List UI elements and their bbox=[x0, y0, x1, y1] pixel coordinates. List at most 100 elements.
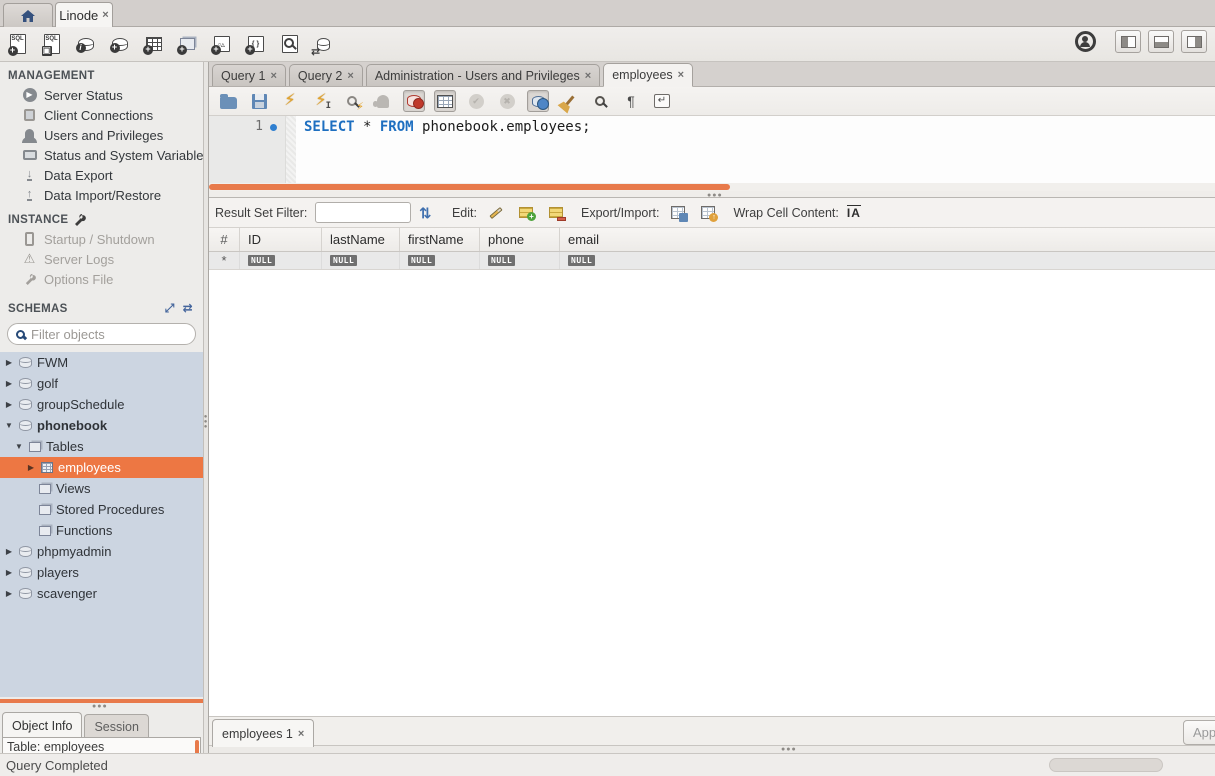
close-icon[interactable]: × bbox=[347, 70, 353, 82]
close-icon[interactable]: × bbox=[102, 9, 108, 21]
tree-item-views[interactable]: Views bbox=[0, 478, 203, 499]
schema-icon bbox=[19, 546, 32, 557]
column-header-id[interactable]: ID bbox=[240, 228, 322, 251]
refresh-schemas-icon[interactable]: ⇄ bbox=[183, 301, 193, 316]
cell-phone[interactable]: NULL bbox=[480, 252, 560, 269]
connection-tab-linode[interactable]: Linode × bbox=[55, 2, 113, 27]
open-sql-script-icon[interactable]: SQL▣ bbox=[40, 33, 63, 56]
limit-rows-toggle-icon[interactable] bbox=[434, 90, 456, 112]
refresh-results-icon[interactable]: ⇄ bbox=[417, 206, 435, 219]
column-header-rownum[interactable]: # bbox=[209, 228, 240, 251]
toggle-left-panel-icon[interactable] bbox=[1115, 30, 1141, 53]
toggle-right-panel-icon[interactable] bbox=[1181, 30, 1207, 53]
toggle-bottom-panel-icon[interactable] bbox=[1148, 30, 1174, 53]
splitter-handle[interactable]: ●●● bbox=[92, 703, 108, 710]
sidebar-item-server-logs[interactable]: ⚠Server Logs bbox=[0, 249, 203, 269]
tree-item-phpmyadmin[interactable]: ▶phpmyadmin bbox=[0, 541, 203, 562]
create-table-icon[interactable]: + bbox=[142, 33, 165, 56]
apply-button[interactable]: Apply bbox=[1183, 720, 1215, 745]
status-scrollbar[interactable] bbox=[1049, 758, 1163, 772]
wrap-text-icon[interactable]: ↵ bbox=[651, 90, 673, 112]
create-procedure-icon[interactable]: ▫▵+ bbox=[210, 33, 233, 56]
delete-row-icon[interactable] bbox=[545, 202, 567, 224]
sidebar-item-options-file[interactable]: Options File bbox=[0, 269, 203, 289]
edit-cell-icon[interactable] bbox=[485, 202, 507, 224]
tree-item-scavenger[interactable]: ▶scavenger bbox=[0, 583, 203, 604]
cell-id[interactable]: NULL bbox=[240, 252, 322, 269]
wrap-cell-content-icon[interactable]: IA bbox=[847, 205, 861, 220]
tree-item-functions[interactable]: Functions bbox=[0, 520, 203, 541]
column-header-phone[interactable]: phone bbox=[480, 228, 560, 251]
show-invisibles-icon[interactable]: ¶ bbox=[620, 90, 642, 112]
close-icon[interactable]: × bbox=[270, 70, 276, 82]
explain-icon[interactable]: ⚡ bbox=[341, 90, 363, 112]
beautify-icon[interactable] bbox=[558, 90, 580, 112]
tree-item-employees[interactable]: ▶employees bbox=[0, 457, 203, 478]
import-records-icon[interactable]: ↑ bbox=[697, 202, 719, 224]
stop-icon[interactable] bbox=[372, 90, 394, 112]
execute-current-icon[interactable]: ⚡I bbox=[310, 90, 332, 112]
sidebar-item-client-connections[interactable]: Client Connections bbox=[0, 105, 203, 125]
tab-query-1[interactable]: Query 1× bbox=[212, 64, 286, 86]
autocommit-toggle-icon[interactable] bbox=[527, 90, 549, 112]
execute-icon[interactable]: ⚡ bbox=[279, 90, 301, 112]
sql-editor[interactable]: 1 SELECT * FROM phonebook.employees; bbox=[209, 116, 1215, 183]
main-toolbar: SQL+ SQL▣ i + + + ▫▵+ { }+ ⇄ bbox=[0, 27, 1215, 62]
tree-item-golf[interactable]: ▶golf bbox=[0, 373, 203, 394]
tab-object-info[interactable]: Object Info bbox=[2, 712, 82, 738]
column-header-lastname[interactable]: lastName bbox=[322, 228, 400, 251]
schema-filter-input[interactable] bbox=[31, 327, 171, 342]
cell-lastname[interactable]: NULL bbox=[322, 252, 400, 269]
tree-item-groupschedule[interactable]: ▶groupSchedule bbox=[0, 394, 203, 415]
tab-employees[interactable]: employees× bbox=[603, 63, 693, 87]
new-sql-tab-icon[interactable]: SQL+ bbox=[6, 33, 29, 56]
find-icon[interactable] bbox=[589, 90, 611, 112]
open-file-icon[interactable] bbox=[217, 90, 239, 112]
sidebar-item-users-privileges[interactable]: Users and Privileges bbox=[0, 125, 203, 145]
result-filter-input[interactable] bbox=[315, 202, 411, 223]
tab-result-employees-1[interactable]: employees 1× bbox=[212, 719, 314, 747]
column-header-email[interactable]: email bbox=[560, 228, 1215, 251]
search-data-icon[interactable] bbox=[278, 33, 301, 56]
editor-hscrollbar-thumb[interactable] bbox=[209, 184, 730, 190]
expand-schemas-icon[interactable]: ⤢ bbox=[165, 301, 175, 316]
schema-filter-box[interactable] bbox=[7, 323, 196, 345]
sidebar-item-system-variables[interactable]: Status and System Variables bbox=[0, 145, 203, 165]
add-row-icon[interactable]: + bbox=[515, 202, 537, 224]
sidebar-item-data-import[interactable]: ↑Data Import/Restore bbox=[0, 185, 203, 205]
commit-icon[interactable]: ✔ bbox=[465, 90, 487, 112]
save-icon[interactable] bbox=[248, 90, 270, 112]
cell-firstname[interactable]: NULL bbox=[400, 252, 480, 269]
column-header-firstname[interactable]: firstName bbox=[400, 228, 480, 251]
close-icon[interactable]: × bbox=[298, 728, 304, 740]
home-tab[interactable] bbox=[3, 3, 53, 27]
tab-session[interactable]: Session bbox=[84, 714, 148, 738]
create-view-icon[interactable]: + bbox=[176, 33, 199, 56]
sidebar-item-startup-shutdown[interactable]: Startup / Shutdown bbox=[0, 229, 203, 249]
reconnect-dbms-icon[interactable]: ⇄ bbox=[312, 33, 335, 56]
tree-item-fwm[interactable]: ▶FWM bbox=[0, 352, 203, 373]
create-schema-icon[interactable]: + bbox=[108, 33, 131, 56]
server-status-icon: ▶ bbox=[22, 88, 37, 103]
tree-item-tables[interactable]: ▼Tables bbox=[0, 436, 203, 457]
close-icon[interactable]: × bbox=[585, 70, 591, 82]
splitter-handle[interactable]: ●●● bbox=[781, 746, 797, 753]
sidebar-item-data-export[interactable]: ↓Data Export bbox=[0, 165, 203, 185]
tree-item-stored-procedures[interactable]: Stored Procedures bbox=[0, 499, 203, 520]
tree-item-phonebook[interactable]: ▼phonebook bbox=[0, 415, 203, 436]
tab-query-2[interactable]: Query 2× bbox=[289, 64, 363, 86]
export-recordset-icon[interactable] bbox=[667, 202, 689, 224]
tree-item-players[interactable]: ▶players bbox=[0, 562, 203, 583]
editor-tab-bar: Query 1× Query 2× Administration - Users… bbox=[209, 62, 1215, 87]
create-function-icon[interactable]: { }+ bbox=[244, 33, 267, 56]
editor-hscrollbar[interactable] bbox=[209, 183, 1215, 191]
tab-administration[interactable]: Administration - Users and Privileges× bbox=[366, 64, 600, 86]
close-icon[interactable]: × bbox=[678, 69, 684, 81]
schemas-section-title: SCHEMAS ⤢ ⇄ bbox=[0, 293, 203, 319]
inspect-database-icon[interactable]: i bbox=[74, 33, 97, 56]
stop-on-error-toggle-icon[interactable] bbox=[403, 90, 425, 112]
sidebar-item-server-status[interactable]: ▶Server Status bbox=[0, 85, 203, 105]
rollback-icon[interactable]: ✖ bbox=[496, 90, 518, 112]
cell-email[interactable]: NULL bbox=[560, 252, 1215, 269]
table-row[interactable]: * NULL NULL NULL NULL NULL bbox=[209, 252, 1215, 270]
